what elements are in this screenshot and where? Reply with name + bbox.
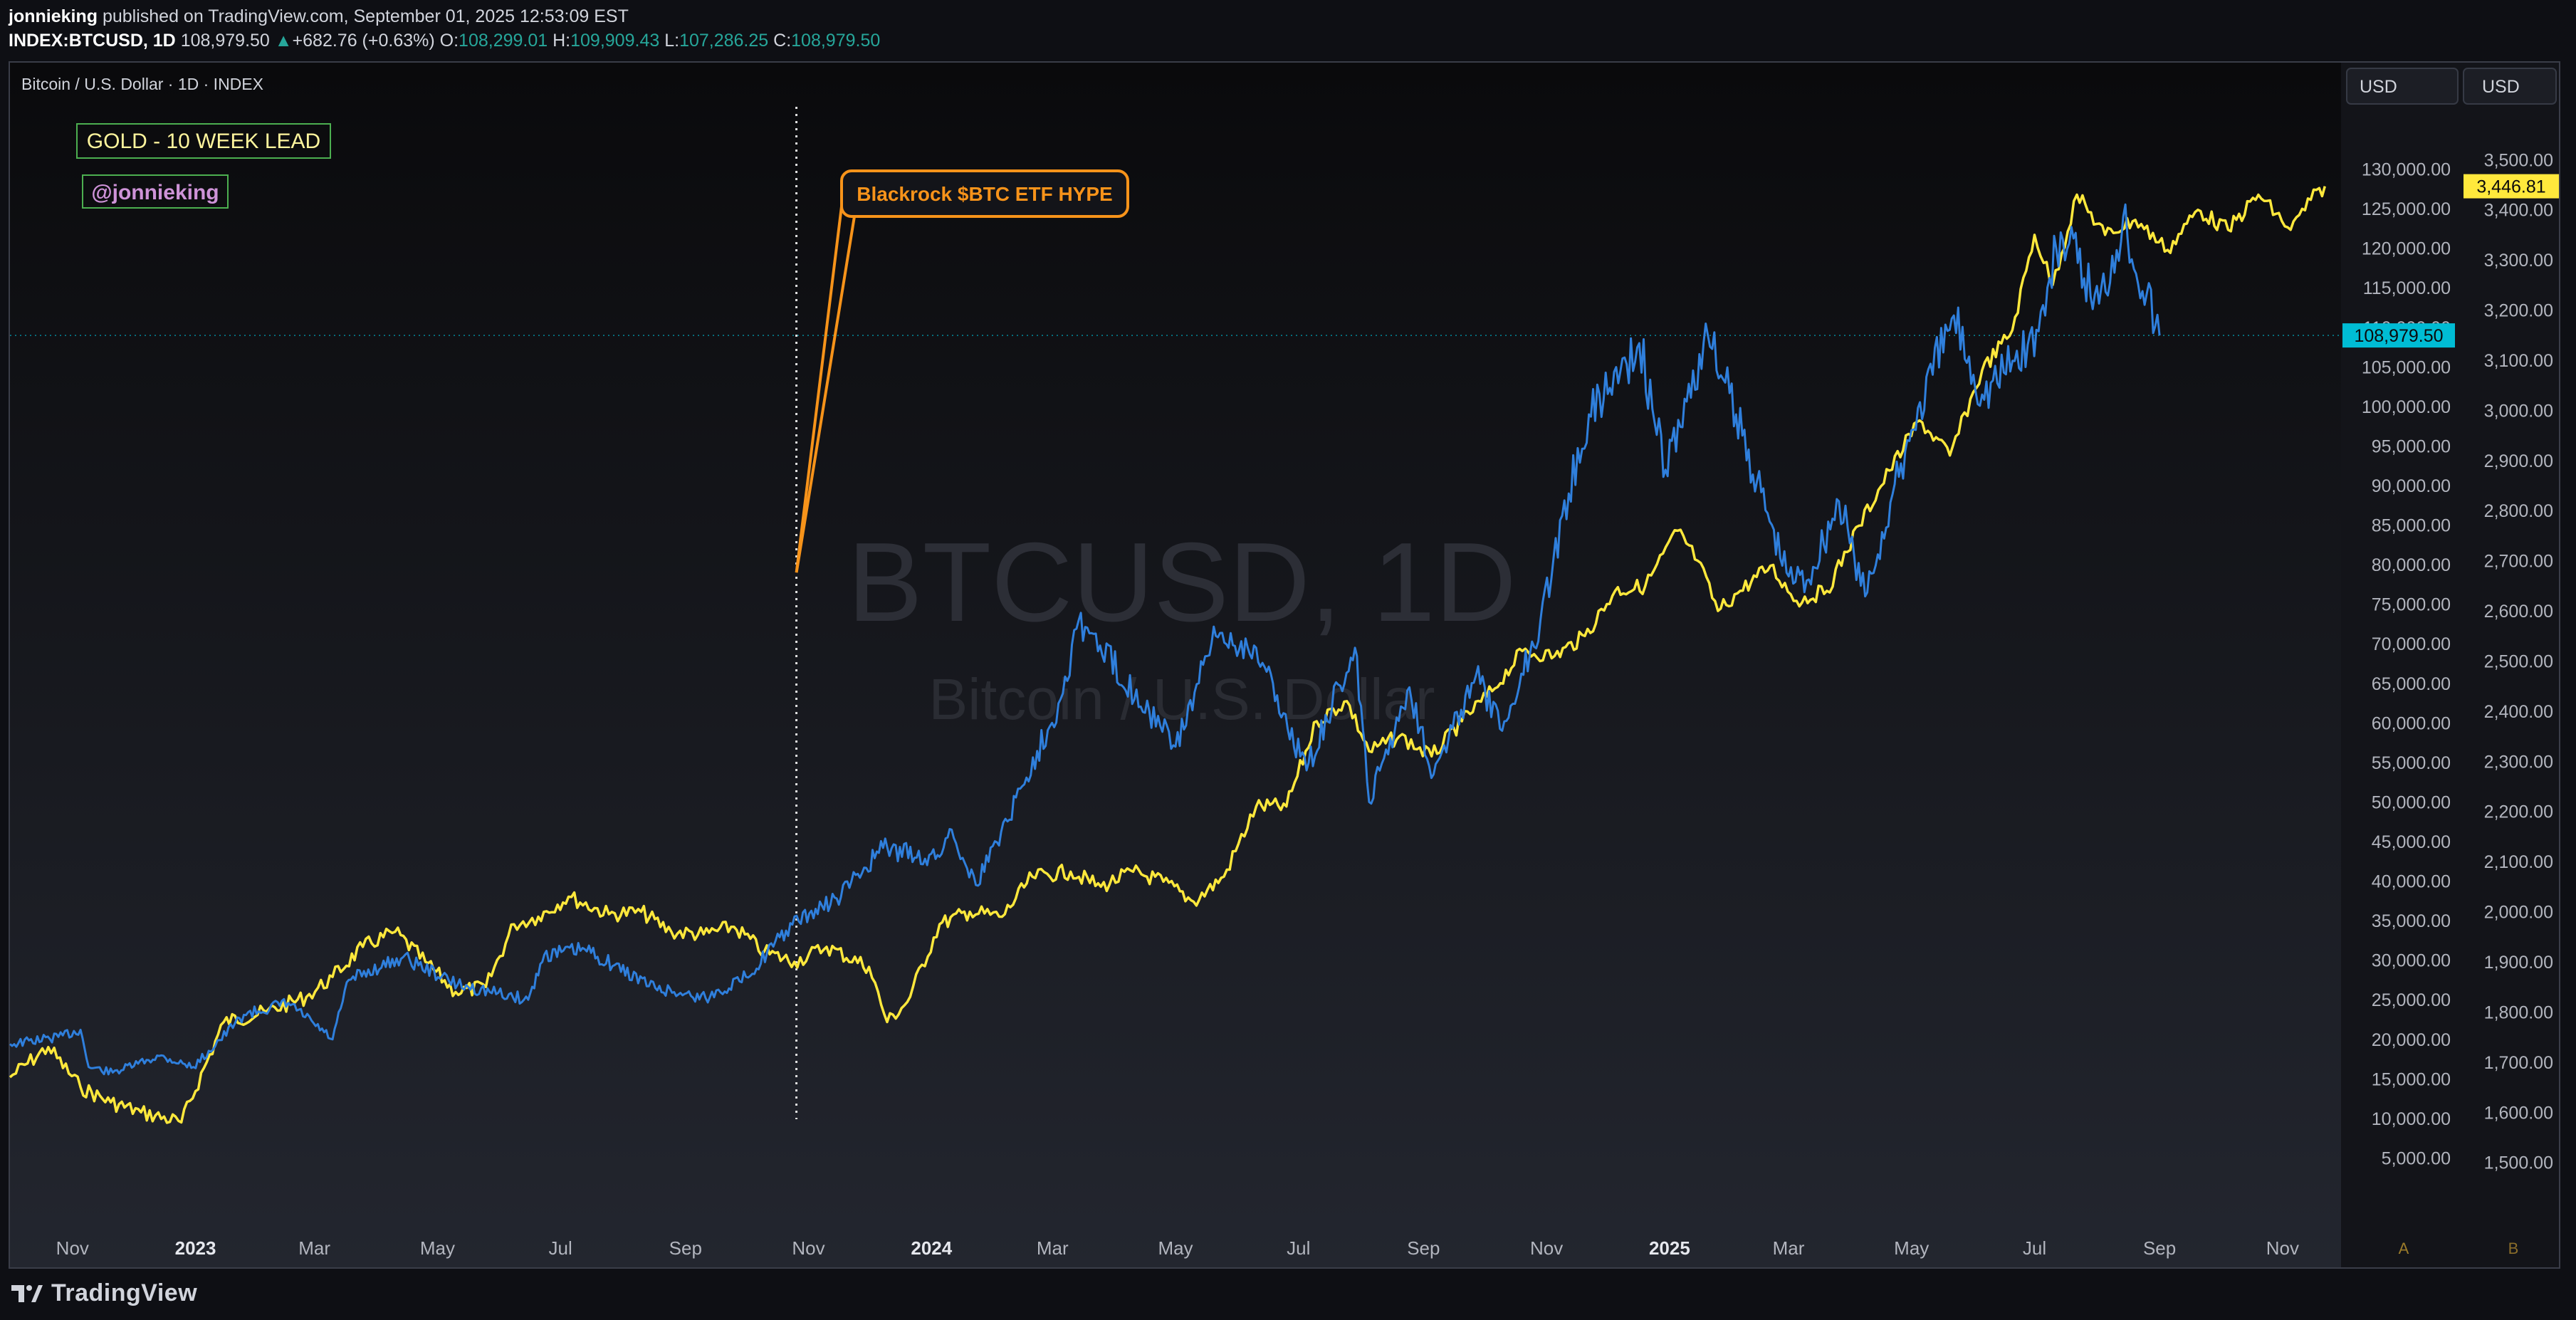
x-tick-label: Nov — [792, 1237, 824, 1259]
y-right-tick-label: 2,700.00 — [2484, 552, 2553, 572]
y-left-tick-label: 55,000.00 — [2372, 753, 2451, 773]
x-tick-label: Mar — [1773, 1237, 1805, 1259]
x-tick-label: Nov — [2266, 1237, 2299, 1259]
y-left-tick-label: 105,000.00 — [2362, 357, 2451, 377]
y-right-tick-label: 3,500.00 — [2484, 150, 2553, 170]
y-left-tick-label: 40,000.00 — [2372, 872, 2451, 892]
y-left-tick-label: 5,000.00 — [2382, 1148, 2451, 1168]
x-tick-label: May — [1158, 1237, 1193, 1259]
x-tick-label: Jul — [2023, 1237, 2046, 1259]
x-tick-label: May — [1894, 1237, 1929, 1259]
last-price-badge-btc: 108,979.50 — [2342, 323, 2455, 348]
y-left-tick-label: 70,000.00 — [2372, 634, 2451, 654]
last-price-badge-gold: 3,446.81 — [2464, 174, 2559, 199]
y-left-tick-label: 35,000.00 — [2372, 911, 2451, 931]
y-left-tick-label: 65,000.00 — [2372, 674, 2451, 694]
y-left-tick-label: 120,000.00 — [2362, 239, 2451, 259]
last-price-badge-gold-text: 3,446.81 — [2476, 177, 2545, 197]
y-right-tick-label: 2,900.00 — [2484, 451, 2553, 471]
y-right-tick-label: 2,300.00 — [2484, 752, 2553, 772]
y-left-tick-label: 45,000.00 — [2372, 832, 2451, 852]
y-left-tick-label: 85,000.00 — [2372, 516, 2451, 536]
y-right-tick-label: 1,500.00 — [2484, 1153, 2553, 1173]
x-tick-label: Jul — [549, 1237, 572, 1259]
y-right-tick-label: 3,400.00 — [2484, 201, 2553, 221]
y-left-tick-label: 60,000.00 — [2372, 713, 2451, 733]
footer: TradingView — [10, 1276, 197, 1310]
y-left-tick-label: 95,000.00 — [2372, 436, 2451, 456]
x-tick-label: Nov — [56, 1237, 89, 1259]
y-left-tick-label: 15,000.00 — [2372, 1069, 2451, 1089]
y-right-tick-label: 3,300.00 — [2484, 251, 2553, 271]
y-left-tick-label: 100,000.00 — [2362, 397, 2451, 417]
y-left-tick-label: 125,000.00 — [2362, 199, 2451, 219]
currency-label-left: USD — [2360, 77, 2397, 97]
x-tick-label: Sep — [1407, 1237, 1440, 1259]
y-left-tick-label: 115,000.00 — [2363, 278, 2451, 298]
x-tick-label: Sep — [2143, 1237, 2176, 1259]
pane-legend[interactable]: Bitcoin / U.S. Dollar · 1D · INDEX — [21, 75, 263, 93]
y-left-tick-label: 20,000.00 — [2372, 1030, 2451, 1050]
x-tick-label: Sep — [669, 1237, 702, 1259]
y-right-tick-label: 1,600.00 — [2484, 1103, 2553, 1123]
x-tick-label: 2023 — [175, 1237, 216, 1259]
y-left-tick-label: 75,000.00 — [2372, 595, 2451, 615]
callout-text: Blackrock $BTC ETF HYPE — [857, 183, 1112, 205]
watermark-symbol: BTCUSD, 1D — [847, 520, 1516, 645]
note-user-text: @jonnieking — [91, 181, 219, 204]
y-right-tick-label: 2,500.00 — [2484, 651, 2553, 671]
x-tick-label: May — [420, 1237, 455, 1259]
x-tick-label: 2025 — [1649, 1237, 1690, 1259]
x-tick-label: 2024 — [911, 1237, 952, 1259]
x-tick-label: Mar — [298, 1237, 330, 1259]
y-right-tick-label: 3,200.00 — [2484, 301, 2553, 321]
y-right-tick-label: 2,100.00 — [2484, 852, 2553, 872]
right-price-scale[interactable]: 1,500.00 1,600.00 1,700.00 1,800.00 1,900.00… — [2484, 150, 2553, 1173]
x-tick-label: Mar — [1037, 1237, 1069, 1259]
y-right-tick-label: 2,400.00 — [2484, 702, 2553, 722]
y-left-tick-label: 25,000.00 — [2372, 990, 2451, 1010]
y-right-tick-label: 3,100.00 — [2484, 351, 2553, 371]
y-right-tick-label: 2,200.00 — [2484, 802, 2553, 822]
x-tick-label: Jul — [1287, 1237, 1310, 1259]
plot-background[interactable] — [10, 63, 2341, 1267]
y-left-tick-label: 50,000.00 — [2372, 792, 2451, 812]
y-left-tick-label: 80,000.00 — [2372, 555, 2451, 575]
y-right-tick-label: 1,800.00 — [2484, 1002, 2553, 1022]
note-gold-text: GOLD - 10 WEEK LEAD — [87, 130, 320, 153]
price-chart[interactable]: BTCUSD, 1D Bitcoin / U.S. Dollar Bitcoin… — [0, 0, 2576, 1320]
y-right-tick-label: 2,600.00 — [2484, 602, 2553, 622]
y-left-tick-label: 90,000.00 — [2372, 476, 2451, 496]
x-tick-label: Nov — [1530, 1237, 1563, 1259]
tradingview-logo-icon — [11, 1285, 43, 1302]
scale-b-button[interactable]: B — [2508, 1240, 2519, 1257]
y-left-tick-label: 130,000.00 — [2362, 160, 2451, 180]
last-price-badge-btc-text: 108,979.50 — [2354, 326, 2443, 346]
y-left-tick-label: 10,000.00 — [2372, 1109, 2451, 1129]
y-right-tick-label: 1,900.00 — [2484, 953, 2553, 973]
scale-a-button[interactable]: A — [2399, 1240, 2409, 1257]
tradingview-logo-text[interactable]: TradingView — [51, 1279, 197, 1307]
y-right-tick-label: 2,000.00 — [2484, 903, 2553, 923]
y-right-tick-label: 1,700.00 — [2484, 1053, 2553, 1073]
y-left-tick-label: 30,000.00 — [2372, 951, 2451, 971]
y-right-tick-label: 2,800.00 — [2484, 501, 2553, 521]
currency-label-right: USD — [2482, 77, 2520, 97]
y-right-tick-label: 3,000.00 — [2484, 401, 2553, 421]
